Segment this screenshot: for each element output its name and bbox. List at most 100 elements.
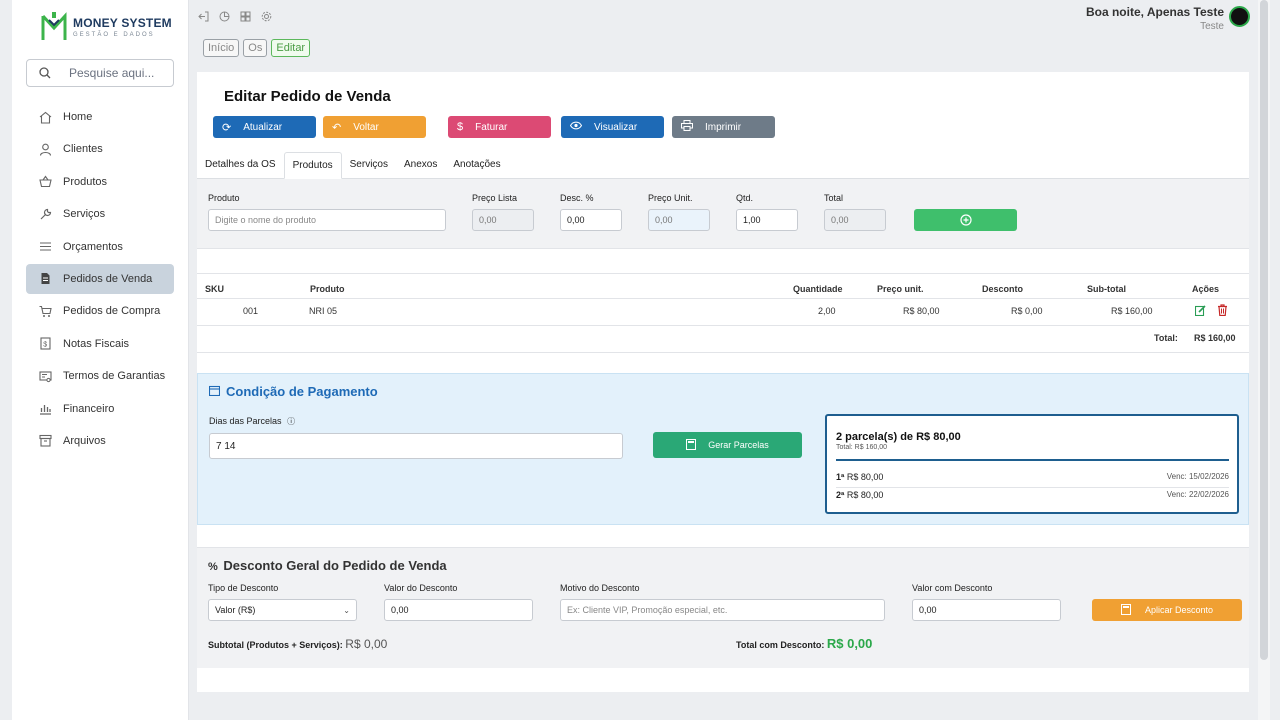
preco-lista-input[interactable]: 0,00 [472,209,534,231]
percent-icon: % [208,561,218,573]
plus-circle-icon [959,214,972,226]
imprimir-button[interactable]: Imprimir [672,116,775,138]
sidebar-item-label: Termos de Garantias [63,370,166,383]
desconto-percent-label: Desc. % [560,193,594,203]
user-name: Boa noite, Apenas Teste [1085,5,1224,19]
payment-title-text: Condição de Pagamento [226,384,378,399]
discount-section: % Desconto Geral do Pedido de Venda Tipo… [197,547,1249,668]
total-label: Total [824,193,844,203]
atualizar-button[interactable]: ⟳ Atualizar [213,116,316,138]
total-discount-summary: Total com Desconto: R$ 0,00 [736,636,872,651]
dollar-doc-icon: $ [38,337,52,351]
tab-anotacoes[interactable]: Anotações [445,152,508,179]
sidebar-item-termos[interactable]: Termos de Garantias [26,361,174,391]
sidebar-item-clientes[interactable]: Clientes [26,134,174,164]
scrollbar-thumb[interactable] [1260,0,1268,660]
installment-row: 1ª R$ 80,00 Venc: 15/02/2026 [836,472,1229,482]
imprimir-label: Imprimir [705,121,742,133]
sidebar-item-pedidos-compra[interactable]: Pedidos de Compra [26,296,174,326]
discount-title: % Desconto Geral do Pedido de Venda [208,558,447,573]
preco-unit-label: Preço Unit. [648,193,693,203]
visualizar-label: Visualizar [594,121,638,133]
installment-row: 2ª R$ 80,00 Venc: 22/02/2026 [836,490,1229,500]
installments-total: Total: R$ 160,00 [836,444,887,451]
sidebar-item-home[interactable]: Home [26,102,174,132]
sidebar-nav: Home Clientes Produtos Serviços Orçament… [26,102,174,458]
motivo-desconto-input[interactable]: Ex: Cliente VIP, Promoção especial, etc. [560,599,885,621]
valor-desconto-input[interactable]: 0,00 [384,599,533,621]
sidebar-item-produtos[interactable]: Produtos [26,167,174,197]
subtotal-label: Subtotal (Produtos + Serviços): [208,640,343,650]
row-divider [197,298,1249,299]
breadcrumb-inicio[interactable]: Início [203,39,240,57]
desconto-percent-input[interactable]: 0,00 [560,209,622,231]
top-toolbar [197,10,272,22]
sidebar-item-servicos[interactable]: Serviços [26,199,174,229]
sidebar-item-label: Notas Fiscais [63,337,130,350]
user-greeting: Boa noite, Apenas Teste Teste [1086,5,1224,32]
installment-number: 2ª [836,490,845,500]
action-bar: ⟳ Atualizar ↶ Voltar $ Faturar Visualiza… [213,116,782,138]
certificate-icon [38,369,52,383]
tab-servicos[interactable]: Serviços [342,152,396,179]
grid-icon[interactable] [239,10,251,22]
basket-icon [38,175,52,189]
list-icon [38,240,52,254]
cell-quantidade: 2,00 [818,306,836,316]
items-table: SKU Produto Quantidade Preço unit. Desco… [197,273,1249,353]
dias-label: Dias das Parcelas ⓘ [209,416,295,427]
valor-com-desconto-input[interactable]: 0,00 [912,599,1061,621]
header-sku: SKU [205,284,225,294]
avatar[interactable] [1229,6,1250,27]
cart-icon [38,304,52,318]
edit-icon[interactable] [1194,305,1206,319]
produto-input[interactable]: Digite o nome do produto [208,209,446,231]
tab-detalhes[interactable]: Detalhes da OS [197,152,284,179]
tab-anexos[interactable]: Anexos [396,152,445,179]
user-role: Teste [1200,21,1224,32]
aplicar-desconto-button[interactable]: Aplicar Desconto [1092,599,1242,621]
breadcrumb-editar[interactable]: Editar [271,39,311,57]
add-product-button[interactable] [914,209,1017,231]
atualizar-label: Atualizar [243,121,283,133]
brand-title: MONEY SYSTEM [73,16,172,30]
gerar-parcelas-button[interactable]: Gerar Parcelas [653,432,802,458]
voltar-button[interactable]: ↶ Voltar [323,116,426,138]
breadcrumb-os[interactable]: Os [243,39,268,57]
cell-desconto: R$ 0,00 [1011,306,1043,316]
sidebar-item-pedidos-venda[interactable]: Pedidos de Venda [26,263,174,294]
faturar-button[interactable]: $ Faturar [448,116,551,138]
sidebar-item-financeiro[interactable]: Financeiro [26,394,174,424]
gear-icon[interactable] [260,10,272,22]
dias-label-text: Dias das Parcelas [209,416,282,426]
payment-section: Condição de Pagamento Dias das Parcelas … [197,373,1249,525]
printer-icon [681,120,693,134]
divider [836,459,1229,461]
calculator-icon [686,438,697,452]
search-input[interactable]: Pesquise aqui... [26,59,174,87]
dias-input[interactable]: 7 14 [209,433,623,459]
cell-produto: NRI 05 [309,306,338,316]
preco-unit-input[interactable]: 0,00 [648,209,710,231]
sidebar-item-arquivos[interactable]: Arquivos [26,426,174,456]
page-title: Editar Pedido de Venda [224,88,391,105]
brand-logo[interactable]: MONEY SYSTEM GESTÃO E DADOS [40,10,172,44]
logout-icon[interactable] [197,10,209,22]
total-discount-value: R$ 0,00 [826,636,873,651]
visualizar-button[interactable]: Visualizar [561,116,664,138]
qtd-input[interactable]: 1,00 [736,209,798,231]
info-icon[interactable]: ⓘ [287,417,295,426]
search-icon [39,67,51,79]
sidebar-item-orcamentos[interactable]: Orçamentos [26,232,174,262]
chart-pie-icon[interactable] [218,10,230,22]
chevron-down-icon: ⌄ [343,605,350,615]
cell-subtotal: R$ 160,00 [1111,306,1153,316]
sidebar-item-notas-fiscais[interactable]: $ Notas Fiscais [26,329,174,359]
breadcrumb: Início Os Editar [203,39,311,57]
header-preco: Preço unit. [877,284,924,294]
tab-produtos[interactable]: Produtos [283,152,342,179]
tipo-desconto-select[interactable]: Valor (R$) ⌄ [208,599,357,621]
trash-icon[interactable] [1217,304,1228,319]
total-input[interactable]: 0,00 [824,209,886,231]
home-icon [38,110,52,124]
